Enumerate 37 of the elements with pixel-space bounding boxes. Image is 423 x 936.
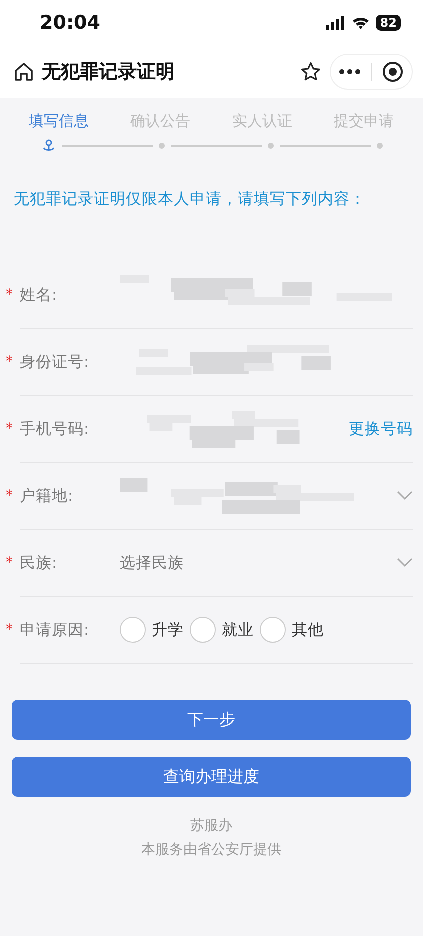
- field-label: 姓名:: [20, 284, 58, 306]
- radio-option[interactable]: 其他: [260, 617, 324, 643]
- required-mark: *: [6, 354, 13, 370]
- primary-button[interactable]: 查询办理进度: [12, 757, 411, 797]
- chevron-down-icon: [397, 491, 413, 501]
- change-number-link[interactable]: 更换号码: [349, 418, 413, 440]
- field-label: 身份证号:: [20, 352, 90, 372]
- footer-text: 本服务由省公安厅提供: [142, 841, 282, 859]
- more-icon[interactable]: [339, 69, 361, 75]
- field-label: 申请原因:: [20, 620, 90, 640]
- required-mark: *: [6, 287, 13, 303]
- step-dot: [377, 143, 383, 149]
- step-dot: [268, 143, 274, 149]
- required-mark: *: [6, 622, 13, 638]
- radio-option[interactable]: 升学: [120, 617, 184, 643]
- field-label: 手机号码:: [20, 418, 90, 440]
- field-label: 民族:: [20, 552, 58, 574]
- battery-level: 82: [376, 15, 401, 31]
- intro-text: 无犯罪记录证明仅限本人申请，请填写下列内容：: [13, 189, 367, 210]
- select-placeholder[interactable]: 选择民族: [120, 552, 397, 574]
- required-mark: *: [6, 488, 13, 504]
- star-icon[interactable]: [300, 61, 322, 83]
- step-tab[interactable]: 填写信息: [8, 112, 110, 131]
- required-mark: *: [6, 555, 13, 571]
- status-time: 20:04: [40, 12, 100, 34]
- chevron-down-icon: [397, 558, 413, 568]
- signal-icon: [326, 16, 346, 30]
- required-mark: *: [6, 421, 13, 437]
- field-label: 户籍地:: [20, 486, 74, 506]
- page-title: 无犯罪记录证明: [42, 60, 176, 85]
- home-icon[interactable]: [14, 62, 34, 82]
- radio-option[interactable]: 就业: [190, 617, 254, 643]
- step-dot: [159, 143, 165, 149]
- wifi-icon: [352, 16, 370, 30]
- footer-text: 苏服办: [190, 817, 232, 835]
- close-target-icon[interactable]: [382, 61, 404, 83]
- primary-button[interactable]: 下一步: [12, 700, 411, 740]
